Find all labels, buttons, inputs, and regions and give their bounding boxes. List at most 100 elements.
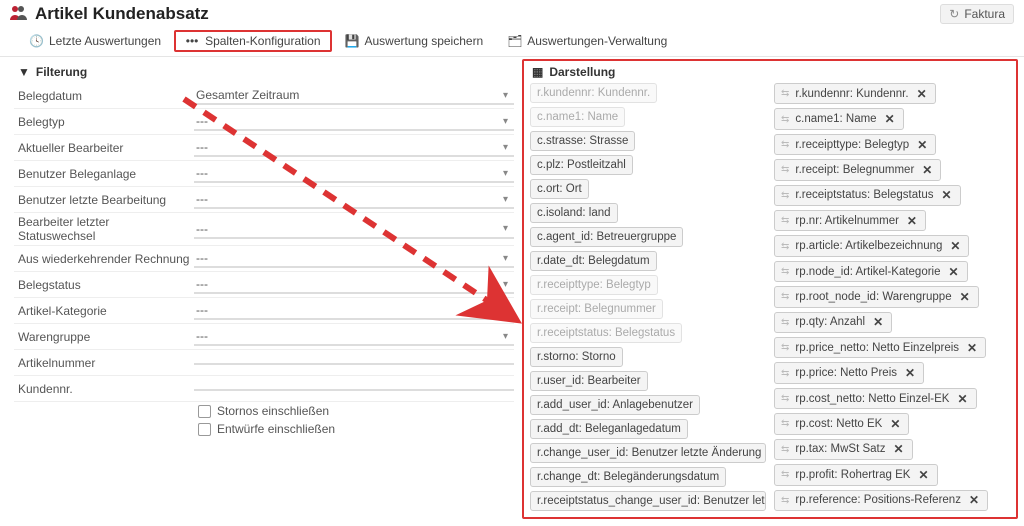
available-column-chip[interactable]: c.ort: Ort bbox=[530, 179, 589, 199]
filter-select-benutzer-bearb[interactable]: --- ▾ bbox=[194, 190, 514, 209]
selected-column-chip[interactable]: ⇆rp.price_netto: Netto Einzelpreis✕ bbox=[774, 337, 986, 358]
drag-handle-icon[interactable]: ⇆ bbox=[781, 368, 789, 379]
remove-icon[interactable]: ✕ bbox=[905, 214, 919, 228]
filter-label-artikel-kat: Artikel-Kategorie bbox=[14, 302, 194, 320]
available-column-chip[interactable]: c.plz: Postleitzahl bbox=[530, 155, 633, 175]
chip-label: rp.profit: Rohertrag EK bbox=[795, 469, 910, 481]
selected-column-chip[interactable]: ⇆rp.cost: Netto EK✕ bbox=[774, 413, 909, 434]
columns-config-label: Spalten-Konfiguration bbox=[205, 34, 320, 48]
save-evaluation-label: Auswertung speichern bbox=[365, 34, 484, 48]
selected-column-chip[interactable]: ⇆r.receipttype: Belegtyp✕ bbox=[774, 134, 936, 155]
remove-icon[interactable]: ✕ bbox=[892, 442, 906, 456]
filter-select-wiederkehrend[interactable]: --- ▾ bbox=[194, 249, 514, 268]
filter-select-belegtyp[interactable]: --- ▾ bbox=[194, 112, 514, 131]
available-column-chip[interactable]: r.date_dt: Belegdatum bbox=[530, 251, 657, 271]
selected-column-chip[interactable]: ⇆rp.cost_netto: Netto Einzel-EK✕ bbox=[774, 388, 977, 409]
remove-icon[interactable]: ✕ bbox=[965, 341, 979, 355]
remove-icon[interactable]: ✕ bbox=[947, 265, 961, 279]
remove-icon[interactable]: ✕ bbox=[915, 87, 929, 101]
filter-select-artikel-kat[interactable]: --- ▾ bbox=[194, 301, 514, 320]
selected-column-chip[interactable]: ⇆r.kundennr: Kundennr.✕ bbox=[774, 83, 936, 104]
filter-select-warengruppe[interactable]: --- ▾ bbox=[194, 327, 514, 346]
remove-icon[interactable]: ✕ bbox=[958, 290, 972, 304]
selected-column-chip[interactable]: ⇆rp.price: Netto Preis✕ bbox=[774, 362, 924, 383]
filter-input-kundennr[interactable] bbox=[194, 386, 514, 391]
filter-label-bearbeiter: Aktueller Bearbeiter bbox=[14, 139, 194, 157]
remove-icon[interactable]: ✕ bbox=[915, 138, 929, 152]
save-evaluation-button[interactable]: 💾 Auswertung speichern bbox=[334, 30, 495, 52]
drag-handle-icon[interactable]: ⇆ bbox=[781, 291, 789, 302]
chip-label: rp.root_node_id: Warengruppe bbox=[795, 291, 951, 303]
remove-icon[interactable]: ✕ bbox=[903, 366, 917, 380]
drag-handle-icon[interactable]: ⇆ bbox=[781, 469, 789, 480]
filter-select-bearbeiter-status[interactable]: --- ▾ bbox=[194, 220, 514, 239]
chip-label: r.storno: Storno bbox=[537, 351, 616, 363]
drag-handle-icon[interactable]: ⇆ bbox=[781, 418, 789, 429]
drag-handle-icon[interactable]: ⇆ bbox=[781, 444, 789, 455]
columns-config-button[interactable]: ••• Spalten-Konfiguration bbox=[174, 30, 331, 52]
available-column-chip[interactable]: r.change_dt: Belegänderungsdatum bbox=[530, 467, 726, 487]
chip-label: r.receiptstatus: Belegstatus bbox=[537, 327, 675, 339]
faktura-button[interactable]: ↻ Faktura bbox=[940, 4, 1014, 24]
drag-handle-icon[interactable]: ⇆ bbox=[781, 241, 789, 252]
last-evaluations-button[interactable]: 🕓 Letzte Auswertungen bbox=[18, 30, 172, 52]
selected-column-chip[interactable]: ⇆rp.qty: Anzahl✕ bbox=[774, 312, 892, 333]
filter-input-artikelnummer[interactable] bbox=[194, 360, 514, 365]
selected-column-chip[interactable]: ⇆rp.tax: MwSt Satz✕ bbox=[774, 439, 913, 460]
filter-select-belegstatus[interactable]: --- ▾ bbox=[194, 275, 514, 294]
drag-handle-icon[interactable]: ⇆ bbox=[781, 393, 789, 404]
remove-icon[interactable]: ✕ bbox=[883, 112, 897, 126]
available-column-chip[interactable]: r.change_user_id: Benutzer letzte Änderu… bbox=[530, 443, 766, 463]
chip-label: r.kundennr: Kundennr. bbox=[537, 87, 650, 99]
selected-column-chip[interactable]: ⇆ rp.article: Artikelbezeichnung ✕ bbox=[774, 235, 969, 256]
remove-icon[interactable]: ✕ bbox=[955, 392, 969, 406]
remove-icon[interactable]: ✕ bbox=[967, 493, 981, 507]
remove-icon[interactable]: ✕ bbox=[939, 188, 953, 202]
remove-icon[interactable]: ✕ bbox=[920, 163, 934, 177]
filter-select-belegdatum[interactable]: Gesamter Zeitraum ▾ bbox=[194, 86, 514, 105]
selected-column-chip[interactable]: ⇆rp.node_id: Artikel-Kategorie✕ bbox=[774, 261, 968, 282]
drag-handle-icon[interactable]: ⇆ bbox=[781, 139, 789, 150]
available-column-chip[interactable]: c.agent_id: Betreuergruppe bbox=[530, 227, 683, 247]
available-column-chip[interactable]: r.receiptstatus_change_user_id: Benutzer… bbox=[530, 491, 766, 511]
filter-select-benutzer-anlage[interactable]: --- ▾ bbox=[194, 164, 514, 183]
chip-label: c.strasse: Strasse bbox=[537, 135, 628, 147]
selected-column-chip[interactable]: ⇆rp.nr: Artikelnummer✕ bbox=[774, 210, 926, 231]
faktura-label: Faktura bbox=[964, 7, 1005, 21]
remove-icon[interactable]: ✕ bbox=[916, 468, 930, 482]
remove-icon[interactable]: ✕ bbox=[948, 239, 962, 253]
selected-column-chip[interactable]: ⇆c.name1: Name✕ bbox=[774, 108, 904, 129]
remove-icon[interactable]: ✕ bbox=[888, 417, 902, 431]
drag-handle-icon[interactable]: ⇆ bbox=[781, 164, 789, 175]
available-column-chip[interactable]: c.strasse: Strasse bbox=[530, 131, 635, 151]
selected-column-chip[interactable]: ⇆r.receipt: Belegnummer✕ bbox=[774, 159, 941, 180]
drag-handle-icon[interactable]: ⇆ bbox=[781, 266, 789, 277]
drag-handle-icon[interactable]: ⇆ bbox=[781, 495, 789, 506]
layout-icon: ▦ bbox=[532, 65, 543, 79]
manage-evaluations-button[interactable]: 🗂 Auswertungen-Verwaltung bbox=[496, 30, 678, 52]
checkbox-stornos[interactable] bbox=[198, 405, 211, 418]
chip-label: rp.article: Artikelbezeichnung bbox=[795, 240, 942, 252]
drag-handle-icon[interactable]: ⇆ bbox=[781, 88, 789, 99]
drag-handle-icon[interactable]: ⇆ bbox=[781, 114, 789, 125]
selected-column-chip[interactable]: ⇆ rp.root_node_id: Warengruppe ✕ bbox=[774, 286, 979, 307]
drag-handle-icon[interactable]: ⇆ bbox=[781, 342, 789, 353]
available-column-chip[interactable]: r.storno: Storno bbox=[530, 347, 623, 367]
drag-handle-icon[interactable]: ⇆ bbox=[781, 317, 789, 328]
available-column-chip[interactable]: r.user_id: Bearbeiter bbox=[530, 371, 648, 391]
chevron-down-icon: ▾ bbox=[503, 194, 508, 205]
chip-label: r.add_dt: Beleganlagedatum bbox=[537, 423, 681, 435]
available-column-chip[interactable]: c.isoland: land bbox=[530, 203, 618, 223]
chip-label: c.agent_id: Betreuergruppe bbox=[537, 231, 676, 243]
drag-handle-icon[interactable]: ⇆ bbox=[781, 190, 789, 201]
filter-select-bearbeiter[interactable]: --- ▾ bbox=[194, 138, 514, 157]
checkbox-entwuerfe[interactable] bbox=[198, 423, 211, 436]
available-column-chip[interactable]: r.add_dt: Beleganlagedatum bbox=[530, 419, 688, 439]
available-column-chip[interactable]: r.add_user_id: Anlagebenutzer bbox=[530, 395, 700, 415]
darstellung-title: ▦ Darstellung bbox=[530, 63, 1012, 83]
drag-handle-icon[interactable]: ⇆ bbox=[781, 215, 789, 226]
selected-column-chip[interactable]: ⇆r.receiptstatus: Belegstatus✕ bbox=[774, 185, 961, 206]
selected-column-chip[interactable]: ⇆ rp.profit: Rohertrag EK ✕ bbox=[774, 464, 938, 485]
selected-column-chip[interactable]: ⇆rp.reference: Positions-Referenz✕ bbox=[774, 490, 988, 511]
remove-icon[interactable]: ✕ bbox=[871, 315, 885, 329]
